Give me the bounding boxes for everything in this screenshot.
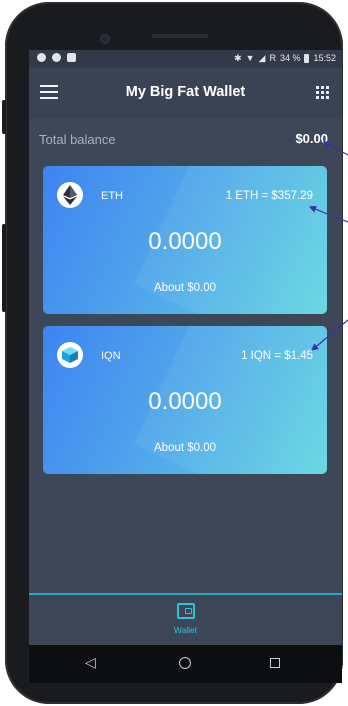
app-bar: My Big Fat Wallet (29, 68, 342, 118)
coin-balance: 0.0000 (148, 228, 222, 255)
home-icon[interactable] (179, 657, 191, 669)
signal-icon: ◢ (258, 53, 266, 63)
location-icon (52, 53, 61, 62)
back-icon[interactable]: ◁ (85, 654, 96, 671)
front-camera (100, 34, 110, 44)
coin-card-iqn[interactable]: IQN 1 IQN = $1.45 0.0000 About $0.00 (43, 326, 327, 474)
coin-symbol: IQN (101, 350, 121, 362)
coin-symbol: ETH (101, 190, 123, 202)
coin-fiat-value: About $0.00 (153, 442, 217, 454)
wallet-icon (176, 603, 195, 619)
roaming-indicator: R (269, 53, 276, 63)
notification-icon (37, 53, 46, 62)
volume-button (2, 224, 6, 312)
wifi-icon: ▼ (245, 53, 255, 63)
clock: 15:52 (313, 53, 336, 63)
earpiece (152, 34, 208, 38)
bottom-nav: Wallet (29, 593, 342, 645)
coin-balance: 0.0000 (148, 388, 222, 415)
bluetooth-icon: ✱ (234, 53, 242, 63)
apps-grid-icon[interactable] (316, 86, 329, 99)
phone-frame: ✱ ▼ ◢ R 34 % 15:52 My Big Fat Wallet Tot… (5, 2, 343, 704)
app-screen: ✱ ▼ ◢ R 34 % 15:52 My Big Fat Wallet Tot… (29, 50, 342, 683)
battery-icon (304, 54, 310, 63)
coin-fiat-value: About $0.00 (153, 282, 217, 294)
coin-rate: 1 ETH = $357.29 (225, 190, 313, 202)
battery-percent: 34 % (279, 53, 301, 63)
total-balance-value: $0.00 (295, 131, 328, 146)
status-bar: ✱ ▼ ◢ R 34 % 15:52 (29, 50, 342, 68)
tab-wallet-label: Wallet (173, 625, 198, 635)
android-nav-bar: ◁ (29, 645, 342, 683)
power-button (2, 100, 6, 134)
ethereum-icon (57, 182, 83, 208)
app-title: My Big Fat Wallet (125, 84, 246, 100)
recents-icon[interactable] (270, 658, 280, 668)
iqn-cube-icon (57, 342, 83, 368)
image-icon (67, 53, 76, 62)
coin-rate: 1 IQN = $1.45 (241, 350, 313, 362)
total-balance-label: Total balance (39, 132, 116, 147)
coin-card-eth[interactable]: ETH 1 ETH = $357.29 0.0000 About $0.00 (43, 166, 327, 314)
tab-wallet[interactable]: Wallet (29, 603, 342, 635)
